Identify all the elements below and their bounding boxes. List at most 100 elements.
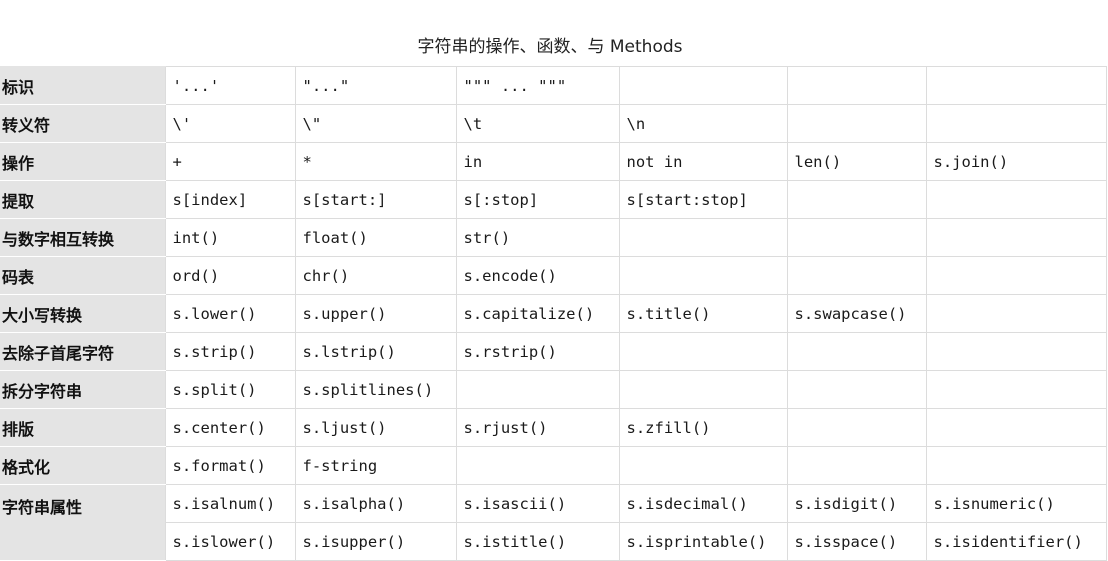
table-row: 排版 s.center() s.ljust() s.rjust() s.zfil… [0, 408, 1107, 447]
table-cell: str() [455, 218, 619, 257]
table-row: 与数字相互转换 int() float() str() [0, 218, 1107, 257]
table-row: 码表 ord() chr() s.encode() [0, 256, 1107, 295]
table-row: 提取 s[index] s[start:] s[:stop] s[start:s… [0, 180, 1107, 219]
table-cell: s.strip() [164, 332, 295, 371]
table-cell: s.lower() [164, 294, 295, 333]
table-cell: s[start:stop] [618, 180, 787, 219]
row-label: 字符串属性 [0, 484, 165, 561]
table-cell: \' [164, 104, 295, 143]
table-cell [925, 294, 1107, 333]
table-cell: \n [618, 104, 787, 143]
table-row: 操作 + * in not in len() s.join() [0, 142, 1107, 181]
table-cell: s.swapcase() [786, 294, 926, 333]
table-row: 标识 '...' "..." """ ... """ [0, 66, 1107, 105]
table-cell: s.isascii() [455, 484, 619, 523]
table-cell [786, 446, 926, 485]
table-cell: s.isnumeric() [925, 484, 1107, 523]
table-cell: s.splitlines() [294, 370, 456, 409]
table-cell: s.join() [925, 142, 1107, 181]
table-cell [925, 446, 1107, 485]
table-cell [618, 256, 787, 295]
table-cell: '...' [164, 66, 295, 105]
table-cell: f-string [294, 446, 456, 485]
table-cell [925, 370, 1107, 409]
table-cell: s.isupper() [294, 522, 456, 561]
table-cell [618, 370, 787, 409]
table-cell: s.istitle() [455, 522, 619, 561]
table-cell: s.lstrip() [294, 332, 456, 371]
table-cell: s.isdigit() [786, 484, 926, 523]
table-row: 格式化 s.format() f-string [0, 446, 1107, 485]
table-cell: """ ... """ [455, 66, 619, 105]
table-cell: not in [618, 142, 787, 181]
row-label: 转义符 [0, 104, 165, 143]
table-cell: s.center() [164, 408, 295, 447]
table-cell: s.capitalize() [455, 294, 619, 333]
table-row: 转义符 \' \" \t \n [0, 104, 1107, 143]
table-cell [925, 180, 1107, 219]
row-label: 提取 [0, 180, 165, 219]
table-body: 标识 '...' "..." """ ... """ 转义符 \' \" \t … [0, 66, 1107, 561]
table-cell: "..." [294, 66, 456, 105]
table-cell [786, 66, 926, 105]
table-cell: chr() [294, 256, 456, 295]
table-cell: s.isprintable() [618, 522, 787, 561]
table-cell [786, 104, 926, 143]
table-cell [618, 446, 787, 485]
table-cell: \t [455, 104, 619, 143]
table-cell [786, 370, 926, 409]
table-cell: s.upper() [294, 294, 456, 333]
table-cell: s.islower() [164, 522, 295, 561]
table-row: s.islower() s.isupper() s.istitle() s.is… [0, 522, 1107, 561]
table-cell [925, 218, 1107, 257]
table-cell: len() [786, 142, 926, 181]
table-cell: ord() [164, 256, 295, 295]
row-label: 大小写转换 [0, 294, 165, 333]
table-cell: int() [164, 218, 295, 257]
table-cell [618, 332, 787, 371]
table-cell [618, 218, 787, 257]
string-methods-table: 标识 '...' "..." """ ... """ 转义符 \' \" \t … [0, 66, 1107, 561]
row-label: 拆分字符串 [0, 370, 165, 409]
table-row: 大小写转换 s.lower() s.upper() s.capitalize()… [0, 294, 1107, 333]
table-cell: s.zfill() [618, 408, 787, 447]
row-label: 与数字相互转换 [0, 218, 165, 257]
row-label: 去除子首尾字符 [0, 332, 165, 371]
table-cell: s.encode() [455, 256, 619, 295]
table-cell: \" [294, 104, 456, 143]
table-row: 字符串属性 s.isalnum() s.isalpha() s.isascii(… [0, 484, 1107, 561]
table-cell: s.format() [164, 446, 295, 485]
table-cell [455, 446, 619, 485]
table-cell [786, 332, 926, 371]
table-cell: * [294, 142, 456, 181]
table-cell [925, 66, 1107, 105]
table-cell [455, 370, 619, 409]
row-label: 格式化 [0, 446, 165, 485]
table-cell: s.rstrip() [455, 332, 619, 371]
table-cell: s.title() [618, 294, 787, 333]
table-cell [786, 408, 926, 447]
table-cell: float() [294, 218, 456, 257]
table-cell [925, 332, 1107, 371]
table-cell: s[:stop] [455, 180, 619, 219]
table-cell: s.isdecimal() [618, 484, 787, 523]
row-label: 码表 [0, 256, 165, 295]
row-label: 标识 [0, 66, 165, 105]
table-cell: + [164, 142, 295, 181]
table-cell [925, 104, 1107, 143]
table-cell: s.isidentifier() [925, 522, 1107, 561]
table-cell: s.isalpha() [294, 484, 456, 523]
table-cell [786, 218, 926, 257]
table-cell [925, 256, 1107, 295]
table-cell: in [455, 142, 619, 181]
row-label: 排版 [0, 408, 165, 447]
table-cell [618, 66, 787, 105]
table-cell: s.ljust() [294, 408, 456, 447]
table-cell: s[index] [164, 180, 295, 219]
table-cell: s.isspace() [786, 522, 926, 561]
row-label: 操作 [0, 142, 165, 181]
table-row: 去除子首尾字符 s.strip() s.lstrip() s.rstrip() [0, 332, 1107, 371]
table-title: 字符串的操作、函数、与 Methods [417, 37, 683, 57]
table-cell: s[start:] [294, 180, 456, 219]
table-row: 拆分字符串 s.split() s.splitlines() [0, 370, 1107, 409]
